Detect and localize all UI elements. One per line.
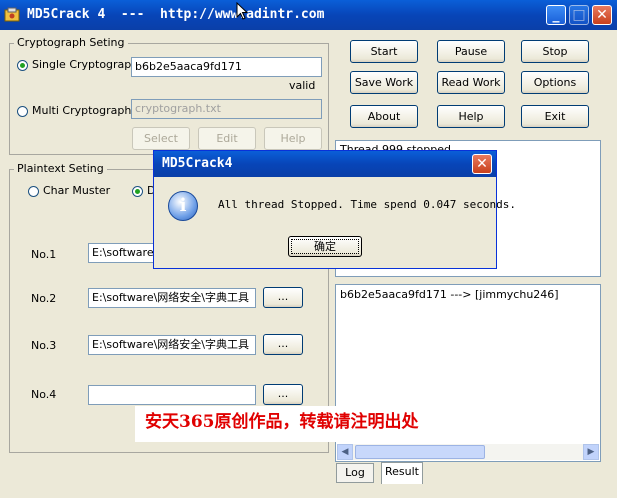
maximize-button: □ — [569, 5, 589, 25]
scroll-left-icon[interactable]: ◀ — [337, 444, 353, 460]
start-button[interactable]: Start — [350, 40, 418, 63]
scroll-thumb[interactable] — [355, 445, 485, 459]
info-icon: i — [168, 191, 198, 221]
dialog-title: MD5Crack4 — [162, 156, 233, 171]
read-work-button[interactable]: Read Work — [437, 71, 505, 94]
edit-button: Edit — [198, 127, 256, 150]
dict-row-4-input[interactable] — [88, 385, 256, 405]
pause-button[interactable]: Pause — [437, 40, 505, 63]
save-work-button[interactable]: Save Work — [350, 71, 418, 94]
exit-button[interactable]: Exit — [521, 105, 589, 128]
select-button: Select — [132, 127, 190, 150]
dict-row-3-label: No.3 — [31, 339, 57, 352]
dialog-close-button[interactable]: ✕ — [472, 154, 492, 174]
tab-log[interactable]: Log — [336, 463, 374, 483]
multi-cryptograph-radio[interactable] — [17, 106, 28, 117]
minimize-button[interactable]: _ — [546, 5, 566, 25]
char-muster-radio[interactable] — [28, 186, 39, 197]
plaintext-group-label: Plaintext Seting — [14, 162, 107, 175]
mouse-cursor-icon — [236, 2, 248, 20]
window-title: MD5Crack 4 --- http://www.adintr.com — [27, 7, 325, 22]
single-cryptograph-input[interactable]: b6b2e5aaca9fd171 — [131, 57, 322, 77]
main-window: MD5Crack 4 --- http://www.adintr.com _ □… — [0, 0, 617, 498]
dict-row-2-input[interactable]: E:\software\网络安全\字典工具 — [88, 288, 256, 308]
crypto-help-button: Help — [264, 127, 322, 150]
message-dialog: MD5Crack4 ✕ i All thread Stopped. Time s… — [153, 150, 516, 269]
dict-row-3-input[interactable]: E:\software\网络安全\字典工具 — [88, 335, 256, 355]
help-button[interactable]: Help — [437, 105, 505, 128]
multi-cryptograph-label: Multi Cryptograph — [32, 104, 132, 117]
close-button[interactable]: ✕ — [592, 5, 612, 25]
char-muster-label: Char Muster — [43, 184, 111, 197]
app-icon — [4, 7, 20, 22]
scroll-right-icon[interactable]: ▶ — [583, 444, 599, 460]
valid-status: valid — [289, 79, 316, 92]
dictionary-radio[interactable] — [132, 186, 143, 197]
watermark-text: 安天365原创作品，转载请注明出处 — [135, 406, 463, 442]
single-cryptograph-label: Single Cryptograph — [32, 58, 139, 71]
about-button[interactable]: About — [350, 105, 418, 128]
dict-row-3-browse-button[interactable]: ... — [263, 334, 303, 355]
dict-row-2-label: No.2 — [31, 292, 57, 305]
tab-result[interactable]: Result — [381, 462, 423, 484]
single-cryptograph-radio[interactable] — [17, 60, 28, 71]
dict-row-4-browse-button[interactable]: ... — [263, 384, 303, 405]
stop-button[interactable]: Stop — [521, 40, 589, 63]
result-hscrollbar[interactable]: ◀ ▶ — [337, 444, 599, 460]
dialog-ok-button[interactable]: 确定 — [288, 236, 362, 257]
dict-row-1-label: No.1 — [31, 248, 57, 261]
dialog-title-bar[interactable]: MD5Crack4 ✕ — [154, 151, 496, 177]
options-button[interactable]: Options — [521, 71, 589, 94]
result-line: b6b2e5aaca9fd171 ---> [jimmychu246] — [340, 288, 559, 301]
multi-cryptograph-input: cryptograph.txt — [131, 99, 322, 119]
dict-row-4-label: No.4 — [31, 388, 57, 401]
cryptograph-group-label: Cryptograph Seting — [14, 36, 128, 49]
title-bar[interactable]: MD5Crack 4 --- http://www.adintr.com _ □… — [0, 0, 617, 30]
dialog-message: All thread Stopped. Time spend 0.047 sec… — [218, 198, 517, 211]
dict-row-2-browse-button[interactable]: ... — [263, 287, 303, 308]
